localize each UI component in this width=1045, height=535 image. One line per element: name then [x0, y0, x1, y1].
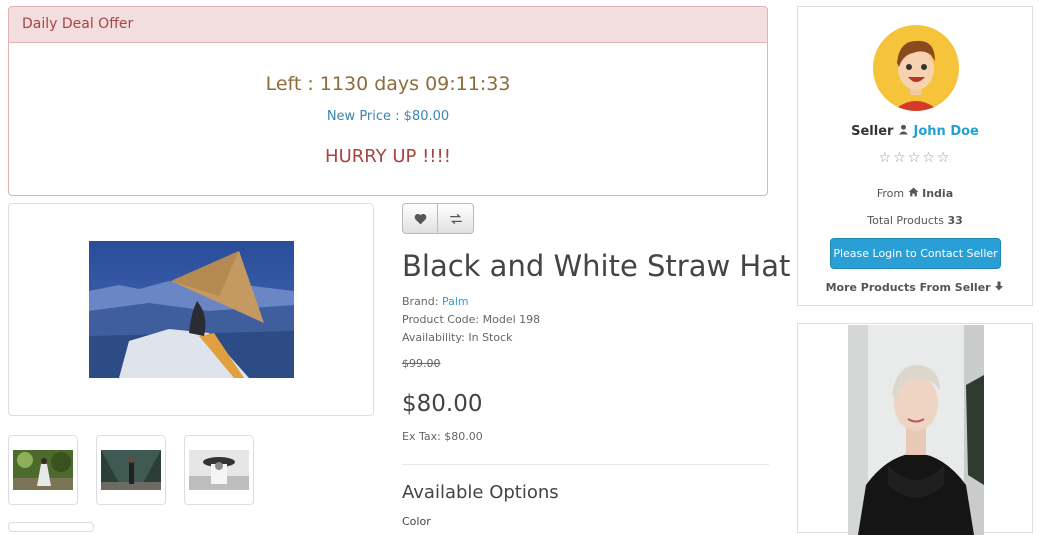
product-action-buttons: [402, 203, 474, 234]
arrow-down-icon: [995, 281, 1004, 291]
color-option-label: Color: [402, 515, 431, 528]
ex-tax-price: Ex Tax: $80.00: [402, 430, 483, 443]
thumbnail-2[interactable]: [96, 435, 166, 505]
exchange-icon: [449, 213, 462, 224]
heart-icon: [414, 213, 426, 224]
seller-name-line: Seller John Doe: [798, 124, 1032, 139]
more-products-label: More Products From Seller: [825, 281, 991, 294]
thumbnail-4[interactable]: [8, 522, 94, 532]
deal-new-price: New Price : $80.00: [326, 109, 450, 124]
seller-panel: Seller John Doe ☆☆☆☆☆ From India Total P…: [797, 6, 1033, 306]
star-icon: ☆: [878, 150, 894, 166]
thumbnail-3[interactable]: [184, 435, 254, 505]
seller-total-products: Total Products 33: [798, 214, 1032, 227]
main-product-image[interactable]: [8, 203, 374, 416]
daily-deal-panel: Daily Deal Offer Left : 1130 days 09:11:…: [8, 6, 768, 196]
total-products-label: Total Products: [867, 214, 944, 227]
brand-label: Brand:: [402, 295, 439, 308]
product-photo: [89, 241, 294, 378]
seller-label: Seller: [851, 124, 894, 139]
seller-rating: ☆☆☆☆☆: [798, 150, 1032, 166]
old-price: $99.00: [402, 357, 441, 370]
thumbnail-1-image: [13, 450, 73, 490]
thumbnail-1[interactable]: [8, 435, 78, 505]
thumbnail-2-image: [101, 450, 161, 490]
product-price: $80.00: [402, 391, 483, 417]
seller-location: From India: [798, 187, 1032, 200]
seller-product-image: [848, 325, 984, 535]
divider: [402, 464, 769, 465]
availability: Availability: In Stock: [402, 331, 513, 344]
contact-seller-button[interactable]: Please Login to Contact Seller: [830, 238, 1001, 269]
user-icon: [899, 124, 908, 135]
deal-hurry-text: HURRY UP !!!!: [325, 146, 451, 167]
star-icon: ☆: [922, 150, 937, 166]
brand-link[interactable]: Palm: [442, 295, 469, 308]
wishlist-button[interactable]: [402, 203, 438, 234]
star-icon: ☆: [936, 150, 952, 166]
more-products-link[interactable]: More Products From Seller: [798, 281, 1032, 294]
home-icon: [908, 187, 919, 197]
seller-name-link[interactable]: John Doe: [914, 124, 979, 139]
product-title: Black and White Straw Hat: [402, 249, 791, 283]
brand-line: Brand: Palm: [402, 295, 469, 308]
seller-avatar: [873, 25, 959, 111]
deal-countdown: Left : 1130 days 09:11:33: [265, 73, 511, 95]
from-label: From: [876, 187, 905, 200]
product-code: Product Code: Model 198: [402, 313, 541, 326]
star-icon: ☆: [893, 150, 908, 166]
star-icon: ☆: [907, 150, 923, 166]
seller-product-preview[interactable]: [797, 323, 1033, 535]
compare-button[interactable]: [438, 203, 474, 234]
seller-country: India: [922, 187, 954, 200]
thumbnail-3-image: [189, 450, 249, 490]
deal-heading: Daily Deal Offer: [9, 7, 767, 43]
total-products-count: 33: [947, 214, 963, 227]
options-title: Available Options: [402, 482, 559, 503]
